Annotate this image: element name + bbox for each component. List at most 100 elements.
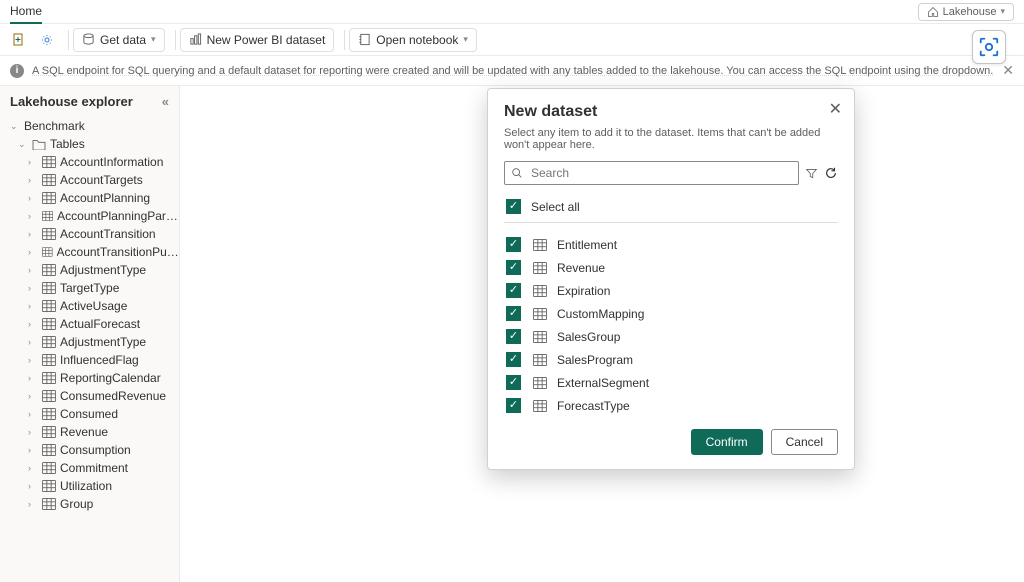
table-icon	[533, 262, 547, 274]
table-icon	[42, 372, 56, 384]
caret-icon: ›	[28, 229, 38, 239]
item-checkbox[interactable]	[506, 283, 521, 298]
refresh-button[interactable]	[824, 166, 838, 180]
gear-icon	[40, 33, 54, 47]
tree-table-item[interactable]: ›ConsumedRevenue	[0, 387, 179, 405]
caret-icon: ›	[28, 355, 38, 365]
filter-button[interactable]	[805, 167, 818, 180]
item-checkbox[interactable]	[506, 375, 521, 390]
caret-icon: ›	[28, 499, 38, 509]
caret-icon: ›	[28, 445, 38, 455]
get-data-button[interactable]: Get data ▾	[73, 28, 165, 52]
dataset-item-list: Entitlement Revenue Expiration CustomMappin…	[504, 225, 838, 415]
chevron-down-icon: ▾	[463, 34, 468, 45]
tree-table-item[interactable]: ›Utilization	[0, 477, 179, 495]
table-icon	[42, 246, 53, 258]
tree-table-item[interactable]: ›AccountTransition	[0, 225, 179, 243]
dataset-item[interactable]: Entitlement	[504, 233, 838, 256]
table-icon	[42, 336, 56, 348]
toolbar-divider	[68, 30, 69, 50]
tree-table-item[interactable]: ›Consumed	[0, 405, 179, 423]
table-icon	[42, 480, 56, 492]
caret-icon: ›	[28, 337, 38, 347]
toolbar-divider	[344, 30, 345, 50]
new-dataset-modal: ✕ New dataset Select any item to add it …	[487, 88, 855, 470]
tree-table-item[interactable]: ›AccountPlanningParticipants	[0, 207, 179, 225]
tree-table-item[interactable]: ›TargetType	[0, 279, 179, 297]
modal-search-input[interactable]	[529, 165, 792, 181]
smart-capture-button[interactable]	[972, 30, 1006, 64]
item-checkbox[interactable]	[506, 260, 521, 275]
item-checkbox[interactable]	[506, 398, 521, 413]
table-icon	[42, 444, 56, 456]
item-checkbox[interactable]	[506, 306, 521, 321]
caret-icon: ›	[28, 481, 38, 491]
table-icon	[42, 462, 56, 474]
new-powerbi-dataset-button[interactable]: New Power BI dataset	[180, 28, 335, 52]
tree-table-item[interactable]: ›Group	[0, 495, 179, 513]
smart-capture-icon	[978, 36, 1000, 58]
table-icon	[42, 156, 56, 168]
tree-table-item[interactable]: ›Revenue	[0, 423, 179, 441]
caret-icon: ›	[28, 409, 38, 419]
dataset-item[interactable]: Revenue	[504, 256, 838, 279]
dataset-item[interactable]: SalesProgram	[504, 348, 838, 371]
caret-icon: ›	[28, 301, 38, 311]
modal-search-box[interactable]	[504, 161, 799, 185]
tree-root-benchmark[interactable]: ⌄Benchmark	[0, 117, 179, 135]
item-label: SalesProgram	[557, 353, 633, 367]
item-label: Entitlement	[557, 238, 617, 252]
dataset-item[interactable]: ExternalSegment	[504, 371, 838, 394]
tree-table-item[interactable]: ›AdjustmentType	[0, 261, 179, 279]
dataset-item[interactable]: CustomMapping	[504, 302, 838, 325]
item-label: Expiration	[557, 284, 610, 298]
table-icon	[42, 498, 56, 510]
tree-table-item[interactable]: ›AccountTransitionPulseSurvey	[0, 243, 179, 261]
home-icon	[927, 6, 939, 18]
caret-icon: ›	[28, 265, 38, 275]
open-notebook-button[interactable]: Open notebook ▾	[349, 28, 477, 52]
tree-table-item[interactable]: ›Commitment	[0, 459, 179, 477]
tree-table-item[interactable]: ›AccountInformation	[0, 153, 179, 171]
tree-table-item[interactable]: ›ReportingCalendar	[0, 369, 179, 387]
caret-icon: ⌄	[18, 139, 28, 150]
item-checkbox[interactable]	[506, 352, 521, 367]
table-icon	[42, 426, 56, 438]
caret-icon: ›	[28, 157, 38, 167]
tree-table-item[interactable]: ›AccountTargets	[0, 171, 179, 189]
lakehouse-tree: ⌄Benchmark⌄Tables›AccountInformation›Acc…	[0, 117, 179, 582]
sidebar: Lakehouse explorer « ⌄Benchmark⌄Tables›A…	[0, 86, 180, 582]
select-all-checkbox[interactable]	[506, 199, 521, 214]
sidebar-collapse-button[interactable]: «	[162, 94, 169, 109]
item-label: CustomMapping	[557, 307, 644, 321]
tab-home[interactable]: Home	[10, 0, 42, 24]
table-icon	[42, 174, 56, 186]
modal-close-button[interactable]: ✕	[829, 99, 842, 119]
lakehouse-selector[interactable]: Lakehouse ▾	[918, 3, 1014, 21]
tree-table-item[interactable]: ›AccountPlanning	[0, 189, 179, 207]
cancel-button[interactable]: Cancel	[771, 429, 838, 455]
tree-tables-folder[interactable]: ⌄Tables	[0, 135, 179, 153]
item-checkbox[interactable]	[506, 237, 521, 252]
file-plus-icon	[12, 33, 26, 47]
tree-table-item[interactable]: ›ActualForecast	[0, 315, 179, 333]
confirm-button[interactable]: Confirm	[691, 429, 763, 455]
info-close-button[interactable]: ✕	[1002, 62, 1014, 79]
dataset-item[interactable]: ForecastType	[504, 394, 838, 415]
new-file-button[interactable]	[8, 29, 30, 51]
item-checkbox[interactable]	[506, 329, 521, 344]
dataset-item[interactable]: Expiration	[504, 279, 838, 302]
dataset-item[interactable]: SalesGroup	[504, 325, 838, 348]
chevron-down-icon: ▾	[1000, 6, 1005, 17]
tree-table-item[interactable]: ›ActiveUsage	[0, 297, 179, 315]
table-icon	[42, 318, 56, 330]
item-label: ForecastType	[557, 399, 630, 413]
tree-table-item[interactable]: ›Consumption	[0, 441, 179, 459]
info-icon: i	[10, 64, 24, 78]
tree-table-item[interactable]: ›AdjustmentType	[0, 333, 179, 351]
tree-table-item[interactable]: ›InfluencedFlag	[0, 351, 179, 369]
table-icon	[42, 192, 56, 204]
settings-small-button[interactable]	[36, 29, 58, 51]
chevron-down-icon: ▾	[151, 34, 156, 45]
modal-subtitle: Select any item to add it to the dataset…	[504, 127, 838, 151]
